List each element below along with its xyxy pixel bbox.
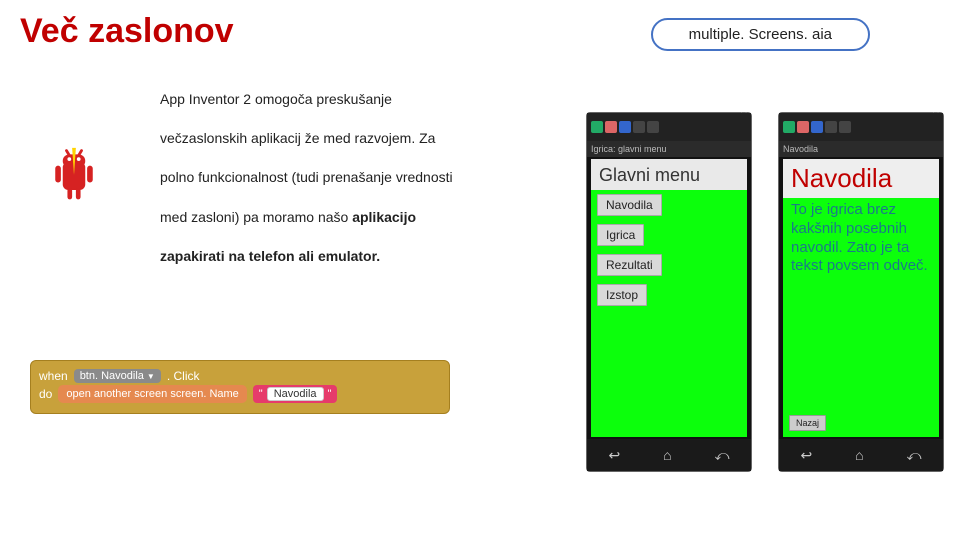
nav-back-icon[interactable]: ↩ — [608, 447, 620, 464]
block-event: . Click — [167, 369, 200, 383]
para-line: zapakirati na telefon ali emulator. — [160, 237, 520, 276]
phone-screen: Navodila To je igrica brez kakšnih poseb… — [783, 159, 939, 437]
para-text: med zasloni) pa moramo našo — [160, 209, 352, 225]
block-open-screen[interactable]: open another screen screen. Name — [58, 385, 246, 403]
phone-app-titlebar: Igrica: glavni menu — [587, 141, 751, 157]
screen-heading: Glavni menu — [591, 159, 747, 190]
block-open-label: open another screen screen. Name — [66, 388, 238, 400]
screen-heading: Navodila — [783, 159, 939, 198]
menu-button-navodila[interactable]: Navodila — [597, 194, 662, 216]
phone-nav-bar: ↩ ⌂ ⤺ — [779, 439, 943, 471]
nav-back-icon[interactable]: ↩ — [800, 447, 812, 464]
phone-app-titlebar: Navodila — [779, 141, 943, 157]
file-badge: multiple. Screens. aia — [651, 18, 870, 51]
menu-button-igrica[interactable]: Igrica — [597, 224, 644, 246]
nav-recent-icon[interactable]: ⤺ — [907, 447, 922, 464]
menu-button-rezultati[interactable]: Rezultati — [597, 254, 662, 276]
block-keyword-do: do — [39, 387, 52, 401]
app-inventor-icon — [44, 145, 104, 205]
block-keyword-when: when — [39, 369, 68, 383]
nav-home-icon[interactable]: ⌂ — [855, 447, 863, 463]
menu-button-izstop[interactable]: Izstop — [597, 284, 647, 306]
phone-mock-main-menu: — ✕ Igrica: glavni menu Glavni menu Navo… — [586, 112, 752, 472]
quote: " — [328, 388, 332, 400]
phone-status-bar — [779, 113, 943, 141]
para-line: polno funkcionalnost (tudi prenašanje vr… — [160, 158, 520, 197]
nav-recent-icon[interactable]: ⤺ — [715, 447, 730, 464]
block-string-literal[interactable]: " Navodila " — [253, 385, 338, 403]
back-button[interactable]: Nazaj — [789, 415, 826, 431]
body-paragraph: App Inventor 2 omogoča preskušanje večza… — [160, 80, 520, 276]
dropdown-label: btn. Navodila — [80, 370, 144, 382]
screen-body-text: To je igrica brez kakšnih posebnih navod… — [783, 198, 939, 279]
page-title: Več zaslonov — [20, 12, 234, 51]
phone-mock-navodila: — ✕ Navodila Navodila To je igrica brez … — [778, 112, 944, 472]
code-block: when btn. Navodila ▼ . Click do open ano… — [30, 360, 450, 414]
phone-nav-bar: ↩ ⌂ ⤺ — [587, 439, 751, 471]
para-bold: aplikacijo — [352, 209, 416, 225]
phone-status-bar — [587, 113, 751, 141]
block-component-dropdown[interactable]: btn. Navodila ▼ — [74, 369, 161, 383]
quote: " — [259, 388, 263, 400]
para-line: med zasloni) pa moramo našo aplikacijo — [160, 198, 520, 237]
string-value: Navodila — [267, 387, 324, 401]
chevron-down-icon: ▼ — [147, 372, 155, 381]
nav-home-icon[interactable]: ⌂ — [663, 447, 671, 463]
para-line: večzaslonskih aplikacij že med razvojem.… — [160, 119, 520, 158]
para-line: App Inventor 2 omogoča preskušanje — [160, 80, 520, 119]
phone-screen: Glavni menu Navodila Igrica Rezultati Iz… — [591, 159, 747, 437]
